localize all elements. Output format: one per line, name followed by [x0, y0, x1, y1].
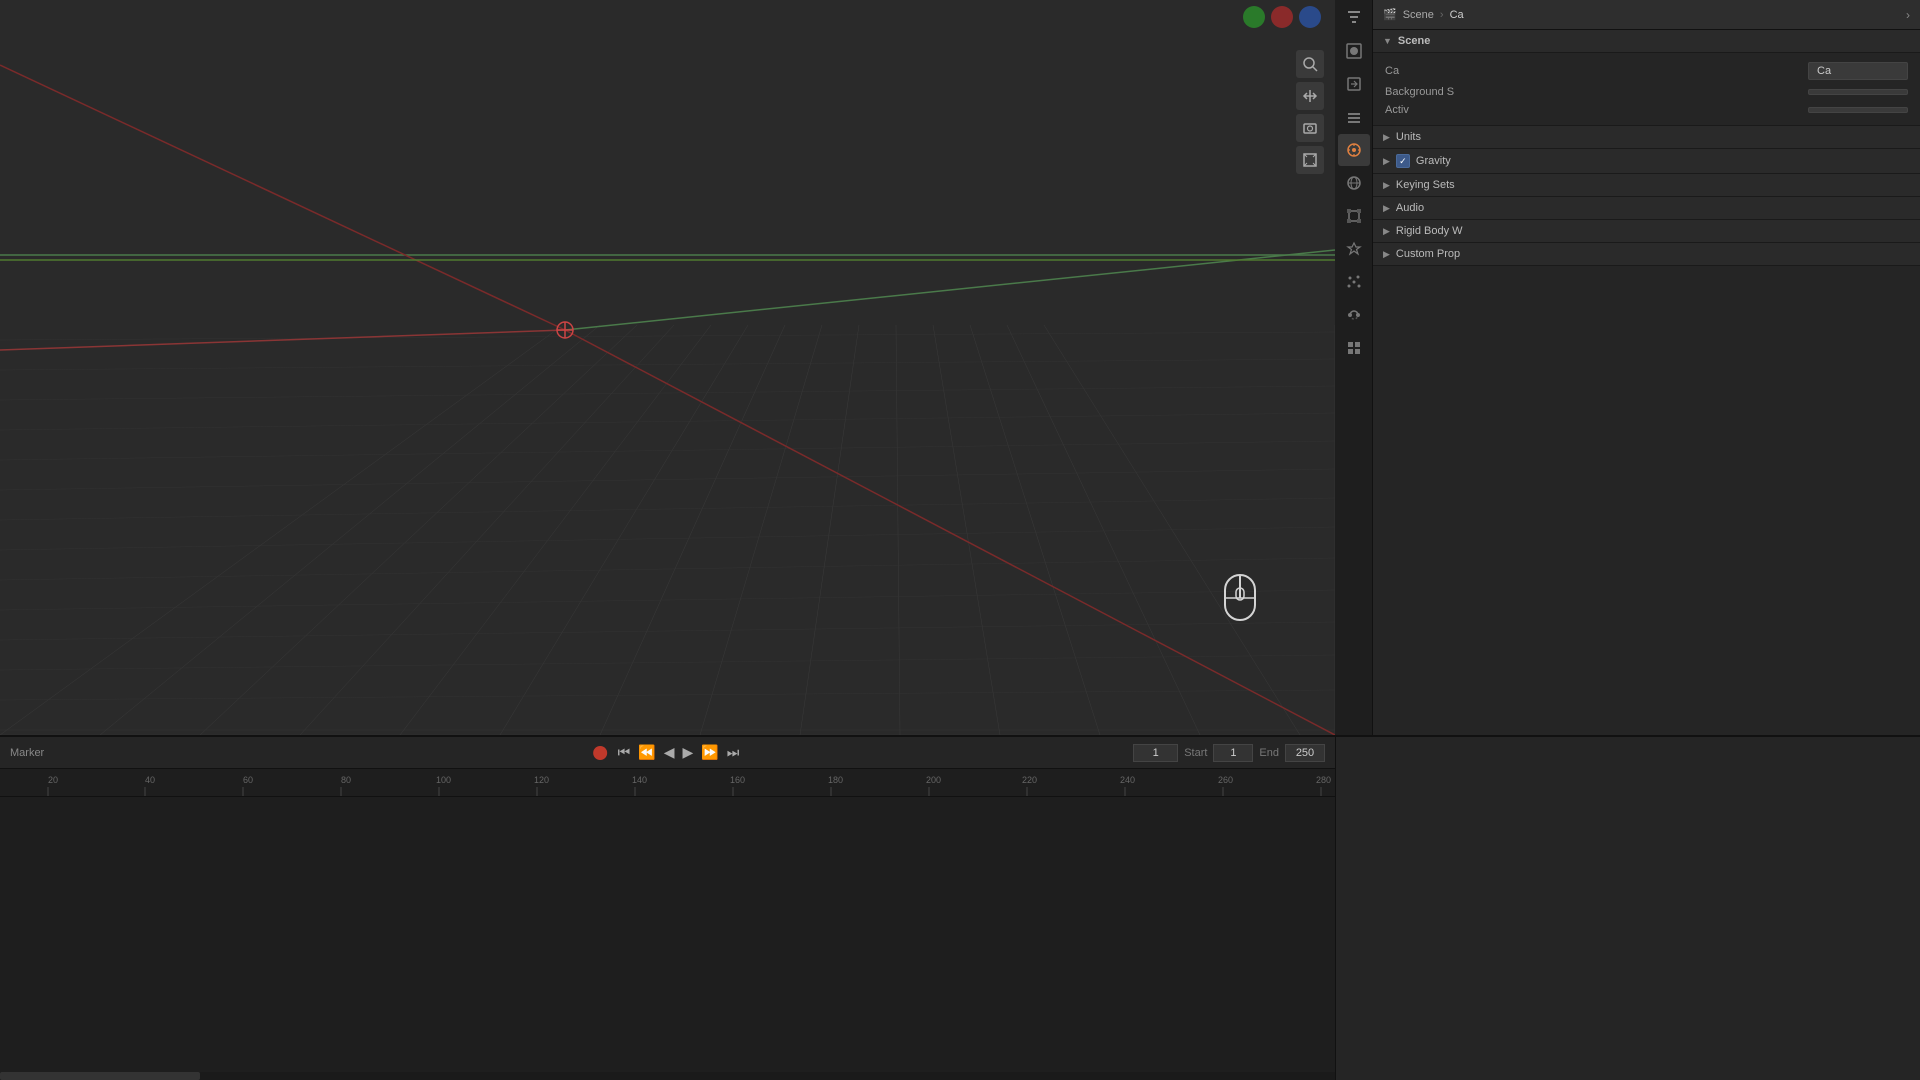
- keying-sets-label: Keying Sets: [1396, 179, 1455, 191]
- breadcrumb-chevron[interactable]: ›: [1906, 8, 1910, 22]
- scene-section-header[interactable]: ▼ Scene: [1373, 30, 1920, 53]
- units-section-header[interactable]: ▶ Units: [1373, 126, 1920, 148]
- sidebar-icon-scene[interactable]: [1338, 134, 1370, 166]
- marker-label: Marker: [10, 747, 44, 759]
- sidebar-icon-view-layer[interactable]: [1338, 101, 1370, 133]
- keying-sets-section-header[interactable]: ▶ Keying Sets: [1373, 174, 1920, 196]
- breadcrumb-separator: ›: [1440, 9, 1444, 21]
- active-clip-row: Activ: [1385, 101, 1908, 119]
- timeline: Marker ⏮ ⏪ ◀ ▶ ⏩ ⏭ Start End: [0, 735, 1335, 1080]
- prev-keyframe-button[interactable]: ⏪: [635, 742, 658, 763]
- properties-icon-sidebar: [1335, 0, 1373, 735]
- timeline-ruler: 20 40 60 80 100 120 140 160 180 200 220 …: [0, 769, 1335, 797]
- custom-prop-label: Custom Prop: [1396, 248, 1460, 260]
- timeline-header: Marker ⏮ ⏪ ◀ ▶ ⏩ ⏭ Start End: [0, 737, 1335, 769]
- scrollbar-thumb[interactable]: [0, 1072, 200, 1080]
- audio-label: Audio: [1396, 202, 1424, 214]
- user-icon-blue[interactable]: [1299, 6, 1321, 28]
- record-button[interactable]: [593, 746, 607, 760]
- user-icons-area: [1239, 2, 1325, 32]
- properties-panel-bottom: [1335, 735, 1920, 1080]
- next-keyframe-button[interactable]: ⏩: [698, 742, 721, 763]
- ruler-lines: [0, 769, 1335, 796]
- units-section: ▶ Units: [1373, 126, 1920, 149]
- custom-prop-arrow: ▶: [1383, 249, 1390, 260]
- sidebar-icon-particles[interactable]: [1338, 266, 1370, 298]
- rigid-body-label: Rigid Body W: [1396, 225, 1463, 237]
- playback-controls: ⏮ ⏪ ◀ ▶ ⏩ ⏭: [593, 742, 743, 763]
- start-frame-input[interactable]: [1213, 744, 1253, 762]
- orthographic-toggle[interactable]: [1296, 146, 1324, 174]
- properties-panel: 🎬 Scene › Ca › ▼ Scene Ca Ca Background …: [1335, 0, 1920, 735]
- mouse-cursor-hint: [1215, 570, 1265, 630]
- current-frame-input[interactable]: [1133, 744, 1178, 762]
- filter-icon: [1346, 9, 1362, 25]
- user-icon-red[interactable]: [1271, 6, 1293, 28]
- scene-camera-row: Ca Ca: [1385, 59, 1908, 83]
- sidebar-icon-world[interactable]: [1338, 167, 1370, 199]
- rigid-body-section: ▶ Rigid Body W: [1373, 220, 1920, 243]
- audio-section-header[interactable]: ▶ Audio: [1373, 197, 1920, 219]
- scene-label: Scene: [1403, 9, 1434, 21]
- timeline-scrollbar[interactable]: [0, 1072, 1335, 1080]
- start-frame-label: Start: [1184, 747, 1207, 759]
- background-s-label: Background S: [1385, 86, 1454, 98]
- end-frame-label: End: [1259, 747, 1279, 759]
- active-label: Activ: [1385, 104, 1409, 116]
- sidebar-icon-modifier[interactable]: [1338, 233, 1370, 265]
- scene-section-arrow: ▼: [1383, 36, 1392, 46]
- rigid-body-arrow: ▶: [1383, 226, 1390, 237]
- gravity-section-label: Gravity: [1416, 155, 1451, 167]
- viewport-tools: [1296, 50, 1324, 174]
- play-button[interactable]: ▶: [680, 742, 697, 763]
- jump-to-end-button[interactable]: ⏭: [724, 742, 743, 763]
- pan-tool[interactable]: [1296, 82, 1324, 110]
- custom-prop-section: ▶ Custom Prop: [1373, 243, 1920, 266]
- sidebar-icon-constraints[interactable]: [1338, 299, 1370, 331]
- audio-section: ▶ Audio: [1373, 197, 1920, 220]
- camera-value[interactable]: Ca: [1808, 62, 1908, 80]
- sidebar-icon-object[interactable]: [1338, 200, 1370, 232]
- sidebar-icon-render[interactable]: [1338, 35, 1370, 67]
- scene-breadcrumb: 🎬 Scene › Ca: [1383, 8, 1464, 21]
- background-s-value[interactable]: [1808, 89, 1908, 95]
- zoom-tool[interactable]: [1296, 50, 1324, 78]
- properties-content-area: 🎬 Scene › Ca › ▼ Scene Ca Ca Background …: [1373, 0, 1920, 735]
- camera-label: Ca: [1385, 65, 1399, 77]
- frame-controls: Start End: [1133, 744, 1325, 762]
- play-reverse-button[interactable]: ◀: [661, 742, 678, 763]
- camera-view-tool[interactable]: [1296, 114, 1324, 142]
- audio-arrow: ▶: [1383, 203, 1390, 214]
- scene-properties-content: Ca Ca Background S Activ: [1373, 53, 1920, 126]
- timeline-tracks[interactable]: [0, 797, 1335, 1080]
- units-section-arrow: ▶: [1383, 132, 1390, 143]
- gravity-section-arrow: ▶: [1383, 156, 1390, 167]
- gravity-section: ▶ ✓ Gravity: [1373, 149, 1920, 174]
- sidebar-icon-data[interactable]: [1338, 332, 1370, 364]
- scene-section-label: Scene: [1398, 35, 1430, 47]
- custom-prop-section-header[interactable]: ▶ Custom Prop: [1373, 243, 1920, 265]
- viewport-3d[interactable]: [0, 0, 1335, 735]
- sidebar-icon-output[interactable]: [1338, 68, 1370, 100]
- gravity-checkbox[interactable]: ✓: [1396, 154, 1410, 168]
- viewport-grid: [0, 0, 1335, 735]
- properties-header: 🎬 Scene › Ca ›: [1373, 0, 1920, 30]
- units-section-label: Units: [1396, 131, 1421, 143]
- gravity-section-header[interactable]: ▶ ✓ Gravity: [1373, 149, 1920, 173]
- background-scene-row: Background S: [1385, 83, 1908, 101]
- user-icon-green[interactable]: [1243, 6, 1265, 28]
- keying-sets-arrow: ▶: [1383, 180, 1390, 191]
- scene-name: Ca: [1450, 9, 1464, 21]
- scene-icon: 🎬: [1383, 8, 1397, 21]
- rigid-body-section-header[interactable]: ▶ Rigid Body W: [1373, 220, 1920, 242]
- jump-to-start-button[interactable]: ⏮: [615, 742, 634, 763]
- end-frame-input[interactable]: [1285, 744, 1325, 762]
- active-value[interactable]: [1808, 107, 1908, 113]
- keying-sets-section: ▶ Keying Sets: [1373, 174, 1920, 197]
